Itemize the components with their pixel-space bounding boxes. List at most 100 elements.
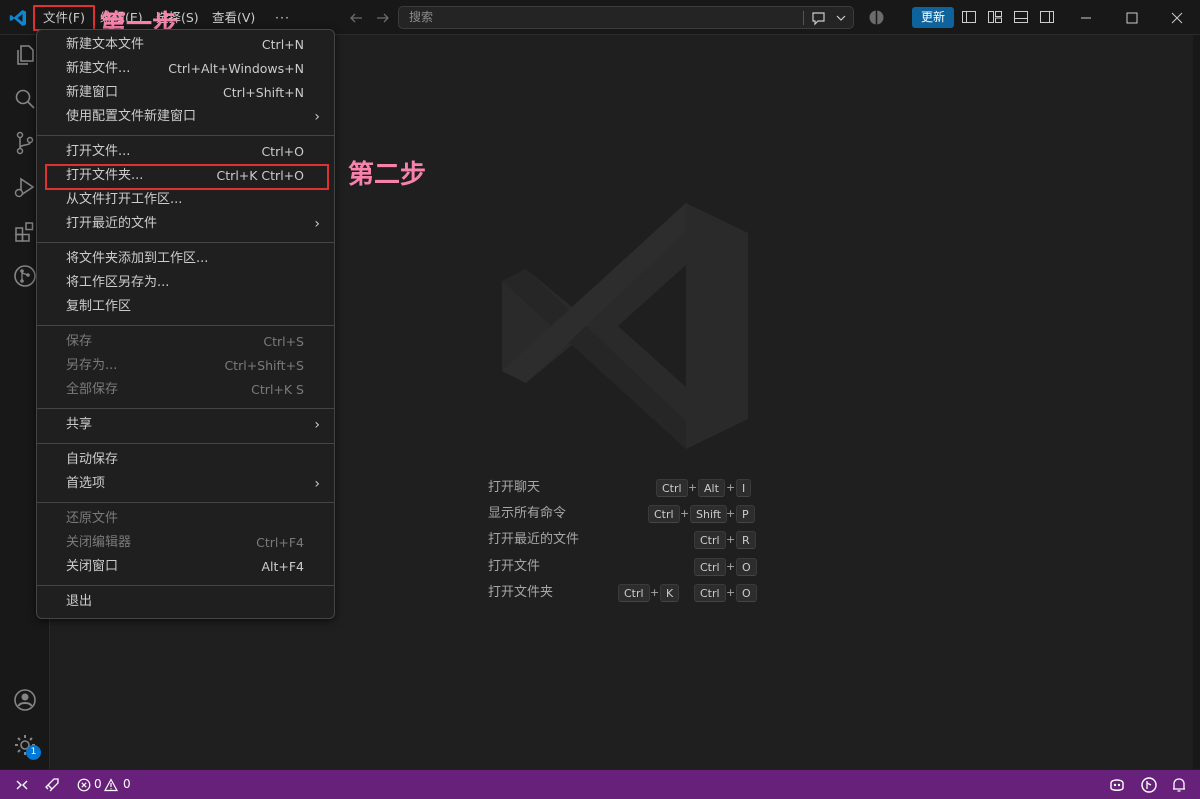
plus-sign: + xyxy=(726,586,736,599)
menu-separator xyxy=(37,502,334,503)
menu-item-label: 首选项 xyxy=(66,476,106,491)
account-icon[interactable] xyxy=(12,687,38,713)
menu-item-new-text-file[interactable]: 新建文本文件 Ctrl+N xyxy=(37,33,334,57)
menu-item-save-workspace-as[interactable]: 将工作区另存为... xyxy=(37,271,334,295)
git-graph-icon[interactable] xyxy=(12,263,38,289)
source-control-icon[interactable] xyxy=(12,130,38,156)
menu-item-new-window-with-profile[interactable]: 使用配置文件新建窗口 › xyxy=(37,105,334,129)
menu-item-preferences[interactable]: 首选项 › xyxy=(37,472,334,496)
explorer-icon[interactable] xyxy=(12,42,38,68)
shortcut-row-open-file[interactable]: 打开文件 Ctrl + O xyxy=(488,556,760,578)
chevron-right-icon: › xyxy=(314,109,320,125)
menu-item-label: 打开文件... xyxy=(66,144,131,159)
back-arrow-icon[interactable] xyxy=(348,10,364,26)
menu-item-label: 关闭编辑器 xyxy=(66,535,132,550)
menu-item-duplicate-workspace[interactable]: 复制工作区 xyxy=(37,295,334,319)
keycap: O xyxy=(736,584,757,602)
menu-item-shortcut: Ctrl+K S xyxy=(251,382,304,397)
extensions-icon[interactable] xyxy=(12,219,38,245)
menu-item-shortcut: Ctrl+F4 xyxy=(256,535,304,550)
plus-sign: + xyxy=(726,560,736,573)
menu-item-label: 将工作区另存为... xyxy=(66,275,170,290)
search-icon[interactable] xyxy=(12,86,38,112)
search-placeholder: 搜索 xyxy=(409,10,434,24)
step1-highlight-box xyxy=(33,5,95,31)
plus-sign: + xyxy=(726,481,736,494)
menu-item-label: 保存 xyxy=(66,334,93,349)
search-divider xyxy=(803,11,804,25)
menu-item-new-file[interactable]: 新建文件... Ctrl+Alt+Windows+N xyxy=(37,57,334,81)
notifications-bell-icon[interactable] xyxy=(1170,776,1188,794)
chevron-down-icon[interactable] xyxy=(836,13,846,23)
shortcut-row-open-folder[interactable]: 打开文件夹 Ctrl + K Ctrl + O xyxy=(488,582,760,604)
toggle-secondary-sidebar-icon[interactable] xyxy=(1039,9,1055,25)
menu-item-label: 从文件打开工作区... xyxy=(66,192,183,207)
plus-sign: + xyxy=(650,586,660,599)
vscode-watermark-logo xyxy=(502,203,748,449)
menu-item-label: 退出 xyxy=(66,594,93,609)
maximize-icon[interactable] xyxy=(1125,11,1139,25)
copilot-icon[interactable] xyxy=(1108,776,1126,794)
keycap: P xyxy=(736,505,755,523)
shortcut-row-open-recent[interactable]: 打开最近的文件 Ctrl + R xyxy=(488,529,760,551)
rocket-icon[interactable] xyxy=(44,777,60,793)
menu-item-auto-save[interactable]: 自动保存 xyxy=(37,448,334,472)
error-count[interactable]: 0 xyxy=(94,770,102,799)
command-center-search[interactable]: 搜索 xyxy=(398,6,854,29)
menu-item-exit[interactable]: 退出 xyxy=(37,590,334,614)
step2-annotation: 第二步 xyxy=(348,160,427,190)
menu-item-close-window[interactable]: 关闭窗口 Alt+F4 xyxy=(37,555,334,579)
keycap: R xyxy=(736,531,756,549)
minimize-icon[interactable] xyxy=(1079,11,1093,25)
error-icon[interactable] xyxy=(77,778,91,792)
run-debug-icon[interactable] xyxy=(12,175,38,201)
keycap: Alt xyxy=(698,479,725,497)
menu-item-add-folder-to-workspace[interactable]: 将文件夹添加到工作区... xyxy=(37,247,334,271)
menu-separator xyxy=(37,135,334,136)
git-graph-status-icon[interactable] xyxy=(1140,776,1158,794)
copilot-status-icon[interactable] xyxy=(868,9,885,26)
menu-item-label: 使用配置文件新建窗口 xyxy=(66,109,197,124)
chevron-right-icon: › xyxy=(314,216,320,232)
plus-sign: + xyxy=(726,533,736,546)
menu-separator xyxy=(37,325,334,326)
menu-item-open-file[interactable]: 打开文件... Ctrl+O xyxy=(37,140,334,164)
menu-item-shortcut: Ctrl+Shift+N xyxy=(223,85,304,100)
close-icon[interactable] xyxy=(1170,11,1184,25)
toggle-primary-sidebar-icon[interactable] xyxy=(961,9,977,25)
warning-icon[interactable] xyxy=(104,778,118,792)
shortcut-row-open-chat[interactable]: 打开聊天 Ctrl + Alt + I xyxy=(488,477,760,499)
menu-item-open-recent[interactable]: 打开最近的文件 › xyxy=(37,212,334,236)
menu-item-save[interactable]: 保存 Ctrl+S xyxy=(37,330,334,354)
menu-item-label: 全部保存 xyxy=(66,382,119,397)
customize-layout-icon[interactable] xyxy=(987,9,1003,25)
settings-update-badge: 1 xyxy=(26,745,41,760)
menu-item-revert-file[interactable]: 还原文件 xyxy=(37,507,334,531)
shortcut-label: 打开文件夹 xyxy=(488,585,554,600)
chat-sparkle-icon[interactable] xyxy=(810,10,828,26)
menu-item-share[interactable]: 共享 › xyxy=(37,413,334,437)
plus-sign: + xyxy=(726,507,736,520)
menu-item-close-editor[interactable]: 关闭编辑器 Ctrl+F4 xyxy=(37,531,334,555)
menu-item-label: 关闭窗口 xyxy=(66,559,119,574)
menu-item-open-workspace-from-file[interactable]: 从文件打开工作区... xyxy=(37,188,334,212)
menu-item-new-window[interactable]: 新建窗口 Ctrl+Shift+N xyxy=(37,81,334,105)
status-bar: 0 0 xyxy=(0,770,1200,799)
forward-arrow-icon[interactable] xyxy=(375,10,391,26)
menu-item-label: 还原文件 xyxy=(66,511,119,526)
menu-item-label: 另存为... xyxy=(66,358,118,373)
update-button[interactable]: 更新 xyxy=(912,7,954,28)
menu-item-label: 新建窗口 xyxy=(66,85,119,100)
menu-item-save-all[interactable]: 全部保存 Ctrl+K S xyxy=(37,378,334,402)
menu-separator xyxy=(37,443,334,444)
menu-item-label: 新建文本文件 xyxy=(66,37,145,52)
shortcut-label: 显示所有命令 xyxy=(488,506,567,521)
shortcut-row-show-all-commands[interactable]: 显示所有命令 Ctrl + Shift + P xyxy=(488,503,760,525)
shortcut-label: 打开最近的文件 xyxy=(488,532,580,547)
menu-item-save-as[interactable]: 另存为... Ctrl+Shift+S xyxy=(37,354,334,378)
toggle-panel-icon[interactable] xyxy=(1013,9,1029,25)
remote-indicator-icon[interactable] xyxy=(14,777,30,793)
plus-sign: + xyxy=(688,481,698,494)
warning-count[interactable]: 0 xyxy=(123,770,131,799)
menu-item-shortcut: Ctrl+S xyxy=(263,334,304,349)
